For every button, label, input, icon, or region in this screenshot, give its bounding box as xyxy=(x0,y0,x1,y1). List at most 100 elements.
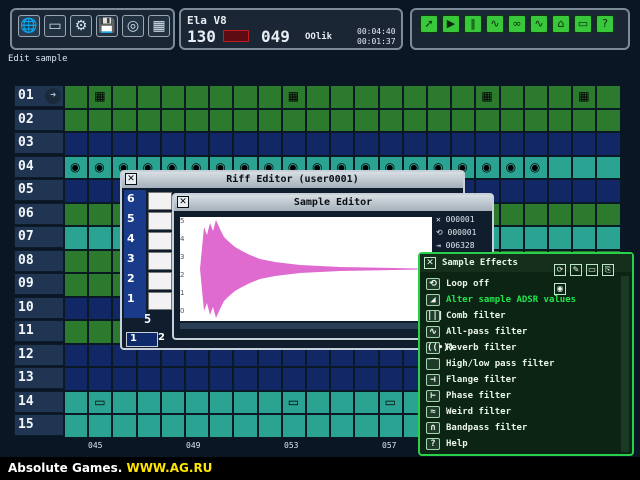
grid-cell[interactable] xyxy=(257,132,282,156)
grid-cell[interactable] xyxy=(160,108,185,132)
globe-icon[interactable]: 🌐 xyxy=(18,15,40,37)
track-label[interactable]: 08 xyxy=(14,249,64,272)
grid-cell[interactable] xyxy=(499,85,524,109)
grid-cell[interactable] xyxy=(64,202,89,226)
grid-cell[interactable] xyxy=(88,296,113,320)
grid-cell[interactable]: ▦ xyxy=(88,85,113,109)
effect-item[interactable]: ◢ Alter sample ADSR values xyxy=(424,292,626,308)
grid-cell[interactable] xyxy=(596,202,621,226)
grid-cell[interactable] xyxy=(233,132,258,156)
floppy-icon[interactable]: 💾 xyxy=(96,15,118,37)
grid-cell[interactable] xyxy=(523,132,548,156)
grid-cell[interactable] xyxy=(523,108,548,132)
grid-cell[interactable] xyxy=(185,132,210,156)
grid-cell[interactable] xyxy=(548,132,573,156)
save-icon[interactable]: ⎘ xyxy=(602,264,614,276)
grid-cell[interactable] xyxy=(306,367,331,391)
piano-key[interactable] xyxy=(148,252,172,270)
effect-item[interactable]: ∩ Bandpass filter xyxy=(424,420,626,436)
grid-cell[interactable] xyxy=(136,85,161,109)
track-label[interactable]: 04 xyxy=(14,155,64,178)
grid-cell[interactable] xyxy=(378,132,403,156)
grid-cell[interactable] xyxy=(306,414,331,438)
grid-cell[interactable] xyxy=(209,367,234,391)
octave-key[interactable]: 2 xyxy=(124,272,146,290)
grid-cell[interactable] xyxy=(64,367,89,391)
grid-cell[interactable] xyxy=(402,108,427,132)
grid-cell[interactable] xyxy=(499,132,524,156)
grid-cell[interactable] xyxy=(523,202,548,226)
effect-item[interactable]: ||| Comb filter xyxy=(424,308,626,324)
grid-cell[interactable] xyxy=(64,108,89,132)
grid-cell[interactable] xyxy=(427,108,452,132)
grid-cell[interactable] xyxy=(499,226,524,250)
track-label[interactable]: 01 ➜ xyxy=(14,85,64,107)
grid-cell[interactable] xyxy=(64,132,89,156)
grid-cell[interactable] xyxy=(596,226,621,250)
piano-key[interactable] xyxy=(148,232,172,250)
piano-key[interactable] xyxy=(148,292,172,310)
grid-cell[interactable] xyxy=(499,202,524,226)
refresh-icon[interactable]: ⟳ xyxy=(554,264,566,276)
grid-cell[interactable] xyxy=(402,85,427,109)
grid-cell[interactable] xyxy=(64,414,89,438)
grid-cell[interactable] xyxy=(451,85,476,109)
grid-cell[interactable] xyxy=(160,85,185,109)
grid-cell[interactable] xyxy=(209,414,234,438)
waveform-view[interactable] xyxy=(180,217,432,321)
grid-cell[interactable]: ◉ xyxy=(88,155,113,179)
grid-cell[interactable] xyxy=(88,343,113,367)
grid-cell[interactable] xyxy=(523,179,548,203)
grid-cell[interactable] xyxy=(451,108,476,132)
grid-cell[interactable] xyxy=(209,85,234,109)
help-icon[interactable]: ? xyxy=(596,15,614,33)
grid-cell[interactable] xyxy=(88,367,113,391)
grid-cell[interactable] xyxy=(64,226,89,250)
grid-cell[interactable] xyxy=(257,85,282,109)
grid-cell[interactable] xyxy=(112,390,137,414)
grid-cell[interactable] xyxy=(427,132,452,156)
grid-cell[interactable] xyxy=(88,202,113,226)
grid-cell[interactable] xyxy=(233,367,258,391)
grid-cell[interactable] xyxy=(160,414,185,438)
grid-cell[interactable]: ◉ xyxy=(475,155,500,179)
track-label[interactable]: 05 xyxy=(14,179,64,201)
effects-scrollbar[interactable] xyxy=(621,276,629,452)
grid-cell[interactable] xyxy=(330,390,355,414)
grid-cell[interactable] xyxy=(330,108,355,132)
grid-cell[interactable] xyxy=(596,108,621,132)
grid-cell[interactable] xyxy=(88,414,113,438)
grid-cell[interactable] xyxy=(548,179,573,203)
piano-key[interactable] xyxy=(148,212,172,230)
grid-cell[interactable]: ◉ xyxy=(523,155,548,179)
grid-cell[interactable] xyxy=(281,367,306,391)
grid-cell[interactable] xyxy=(378,367,403,391)
grid-cell[interactable] xyxy=(354,85,379,109)
grid-cell[interactable] xyxy=(64,320,89,344)
grid-cell[interactable] xyxy=(475,108,500,132)
octave-key[interactable]: 4 xyxy=(124,232,146,250)
piano-key[interactable] xyxy=(148,272,172,290)
octave-key[interactable]: 3 xyxy=(124,252,146,270)
riff-page[interactable]: 1 xyxy=(126,332,158,347)
grid-cell[interactable] xyxy=(209,390,234,414)
sine-icon[interactable]: ∿ xyxy=(530,15,548,33)
grid-cell[interactable] xyxy=(572,179,597,203)
grid-cell[interactable]: ▭ xyxy=(378,390,403,414)
effect-item[interactable]: ≈ Weird filter xyxy=(424,404,626,420)
grid-cell[interactable] xyxy=(475,132,500,156)
grid-cell[interactable] xyxy=(330,367,355,391)
gear-icon[interactable]: ⚙ xyxy=(70,15,92,37)
grid-cell[interactable] xyxy=(281,132,306,156)
effect-item[interactable]: ⁀ High/low pass filter xyxy=(424,356,626,372)
grid-cell[interactable] xyxy=(354,108,379,132)
grid-cell[interactable] xyxy=(402,132,427,156)
grid-cell[interactable]: ▭ xyxy=(281,390,306,414)
octave-key[interactable]: 1 xyxy=(124,292,146,310)
grid-cell[interactable] xyxy=(160,390,185,414)
wave-icon[interactable]: ∿ xyxy=(486,15,504,33)
track-label[interactable]: 03 xyxy=(14,132,64,154)
grid-cell[interactable] xyxy=(209,108,234,132)
grid-cell[interactable] xyxy=(185,367,210,391)
track-label[interactable]: 02 xyxy=(14,108,64,131)
